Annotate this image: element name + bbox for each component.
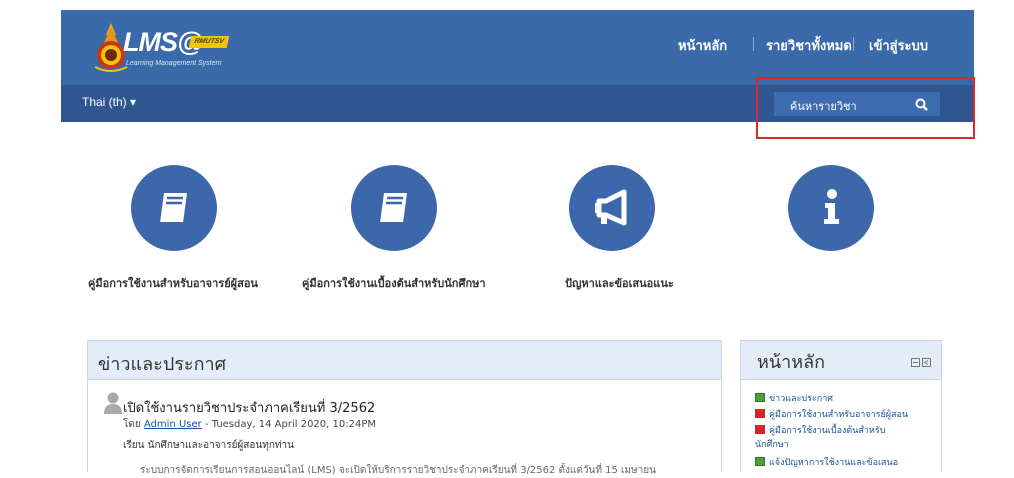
sidebar-header: หน้าหลัก — [741, 341, 941, 380]
news-title: ข่าวและประกาศ — [98, 354, 227, 375]
sidebar-item-feedback[interactable]: แจ้งปัญหาการใช้งานและข้อเสนอ — [755, 455, 898, 469]
sidebar-item-news[interactable]: ข่าวและประกาศ — [755, 391, 833, 405]
nav-divider — [853, 37, 854, 51]
teacher-manual-button[interactable] — [131, 165, 217, 251]
quicklink-label[interactable]: คู่มือการใช้งานเบื้องต้นสำหรับนักศึกษา — [302, 274, 486, 292]
info-button[interactable] — [788, 165, 874, 251]
sidebar-item-teacher-manual[interactable]: คู่มือการใช้งานสำหรับอาจารย์ผู้สอน — [755, 407, 908, 421]
forum-icon — [755, 393, 765, 402]
sidebar-title: หน้าหลัก — [757, 352, 826, 373]
megaphone-icon — [595, 189, 627, 226]
sidebar-block: หน้าหลัก — [740, 340, 942, 472]
book-icon — [160, 193, 187, 224]
logo-badge: RMUTSV — [188, 36, 230, 48]
sidebar-item-student-manual[interactable]: คู่มือการใช้งานเบื้องต้นสำหรับ — [755, 423, 885, 437]
block-collapse-icon[interactable] — [911, 358, 931, 367]
nav-home[interactable]: หน้าหลัก — [678, 35, 727, 55]
info-icon — [824, 189, 839, 224]
forum-icon — [755, 457, 765, 466]
sidebar-item-student-manual-cont[interactable]: นักศึกษา — [755, 437, 789, 451]
pdf-icon — [755, 425, 765, 434]
highlight-box — [756, 77, 975, 139]
post-meta: โดย Admin User - Tuesday, 14 April 2020,… — [123, 419, 376, 430]
post-title[interactable]: เปิดใช้งานรายวิชาประจำภาคเรียนที่ 3/2562 — [123, 397, 375, 418]
language-selector[interactable]: Thai (th) ▾ — [82, 95, 136, 109]
news-header: ข่าวและประกาศ — [88, 341, 721, 380]
pdf-icon — [755, 409, 765, 418]
feedback-button[interactable] — [569, 165, 655, 251]
user-avatar-icon — [104, 392, 122, 414]
post-greeting: เรียน นักศึกษาและอาจารย์ผู้สอนทุกท่าน — [123, 440, 294, 451]
nav-login[interactable]: เข้าสู่ระบบ — [869, 35, 928, 55]
nav-all-courses[interactable]: รายวิชาทั้งหมด — [766, 35, 852, 55]
student-manual-button[interactable] — [351, 165, 437, 251]
quicklink-label[interactable]: ปัญหาและข้อเสนอแนะ — [565, 274, 674, 292]
post-author-link[interactable]: Admin User — [144, 419, 202, 430]
top-strip — [0, 0, 1014, 10]
book-icon — [380, 193, 407, 224]
quicklink-label[interactable]: คู่มือการใช้งานสำหรับอาจารย์ผู้สอน — [88, 274, 258, 292]
nav-divider — [753, 37, 754, 51]
logo-subtitle: Learning Management System — [126, 60, 222, 67]
